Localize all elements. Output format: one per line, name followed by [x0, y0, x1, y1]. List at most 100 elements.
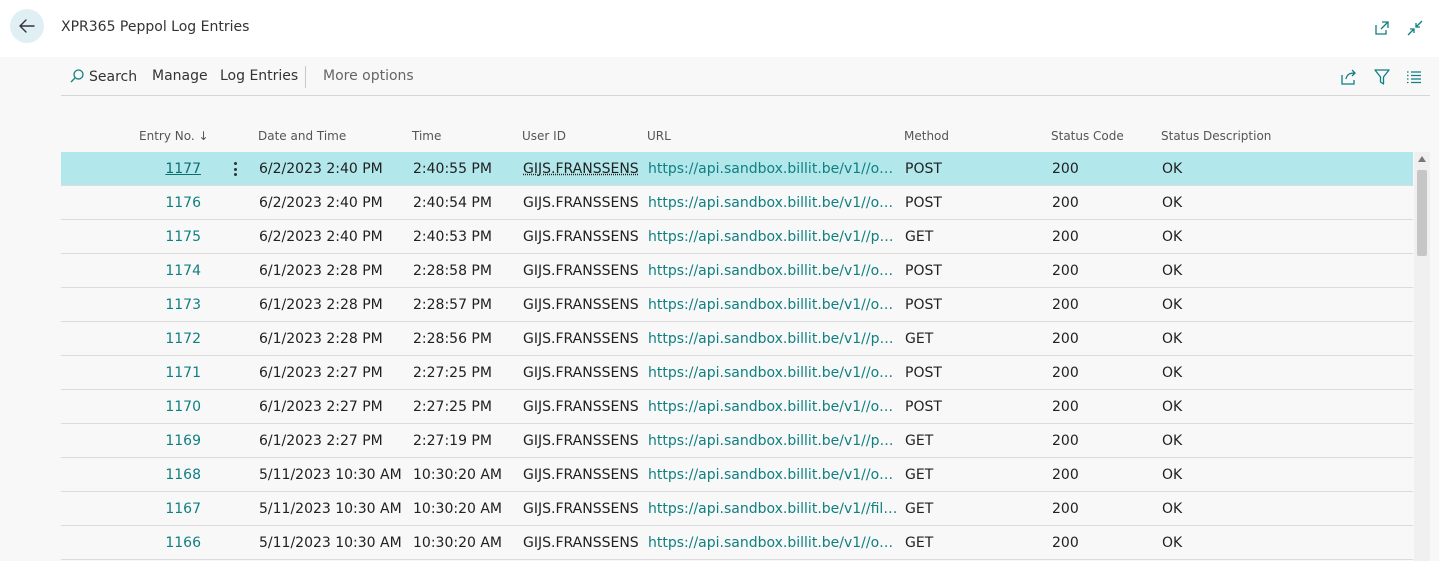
column-header-status-code[interactable]: Status Code: [1051, 129, 1124, 143]
status-code-cell: 200: [1052, 399, 1079, 415]
table-row[interactable]: 1166 5/11/2023 10:30 AM 10:30:20 AM GIJS.FR…: [61, 526, 1413, 560]
entry-no-link[interactable]: 1174: [121, 263, 201, 279]
sort-descending-icon: ↓: [198, 129, 209, 143]
entry-no-link[interactable]: 1177: [121, 161, 201, 177]
url-link[interactable]: https://api.sandbox.billit.be/v1//peppo…: [648, 331, 898, 347]
log-entries-menu[interactable]: Log Entries: [220, 68, 298, 84]
collapse-icon: [1407, 20, 1423, 36]
log-entries-grid: 1177 6/2/2023 2:40 PM 2:40:55 PM GIJS.FRANS…: [61, 152, 1413, 561]
status-code-cell: 200: [1052, 467, 1079, 483]
url-link[interactable]: https://api.sandbox.billit.be/v1//orders…: [648, 365, 898, 381]
method-cell: POST: [905, 399, 942, 415]
entry-no-link[interactable]: 1168: [121, 467, 201, 483]
open-in-new-icon: [1375, 21, 1389, 35]
method-cell: GET: [905, 229, 934, 245]
column-header-entry-no[interactable]: Entry No. ↓: [139, 129, 209, 143]
column-header-status-description[interactable]: Status Description: [1161, 129, 1271, 143]
url-link[interactable]: https://api.sandbox.billit.be/v1//orders: [648, 399, 898, 415]
share-button[interactable]: [1340, 68, 1358, 86]
entry-no-link[interactable]: 1175: [121, 229, 201, 245]
filter-button[interactable]: [1373, 68, 1391, 86]
filter-icon: [1374, 69, 1390, 85]
status-code-cell: 200: [1052, 535, 1079, 551]
manage-menu[interactable]: Manage: [152, 68, 208, 84]
url-link[interactable]: https://api.sandbox.billit.be/v1//files/…: [648, 501, 898, 517]
column-header-date-time[interactable]: Date and Time: [258, 129, 346, 143]
user-id-cell: GIJS.FRANSSENS: [523, 195, 639, 211]
search-button[interactable]: Search: [69, 68, 137, 85]
column-header-method[interactable]: Method: [904, 129, 949, 143]
table-row[interactable]: 1172 6/1/2023 2:28 PM 2:28:56 PM GIJS.FRANS…: [61, 322, 1413, 356]
table-row[interactable]: 1169 6/1/2023 2:27 PM 2:27:19 PM GIJS.FRANS…: [61, 424, 1413, 458]
status-description-cell: OK: [1162, 263, 1183, 279]
open-in-new-window-button[interactable]: [1372, 18, 1392, 38]
method-cell: GET: [905, 331, 934, 347]
vertical-scrollbar[interactable]: [1414, 152, 1430, 561]
status-code-cell: 200: [1052, 501, 1079, 517]
table-row[interactable]: 1175 6/2/2023 2:40 PM 2:40:53 PM GIJS.FRANS…: [61, 220, 1413, 254]
column-header-time[interactable]: Time: [412, 129, 441, 143]
arrow-left-icon: [19, 19, 35, 33]
user-id-cell: GIJS.FRANSSENS: [523, 467, 639, 483]
table-row[interactable]: 1167 5/11/2023 10:30 AM 10:30:20 AM GIJS.FR…: [61, 492, 1413, 526]
url-link[interactable]: https://api.sandbox.billit.be/v1//orders…: [648, 161, 898, 177]
date-time-cell: 6/1/2023 2:27 PM: [259, 365, 383, 381]
collapse-button[interactable]: [1405, 18, 1425, 38]
entry-no-link[interactable]: 1166: [121, 535, 201, 551]
time-cell: 2:27:25 PM: [413, 365, 492, 381]
scroll-up-icon[interactable]: [1418, 156, 1426, 162]
status-description-cell: OK: [1162, 535, 1183, 551]
table-row[interactable]: 1174 6/1/2023 2:28 PM 2:28:58 PM GIJS.FRANS…: [61, 254, 1413, 288]
date-time-cell: 6/2/2023 2:40 PM: [259, 229, 383, 245]
entry-no-link[interactable]: 1169: [121, 433, 201, 449]
date-time-cell: 6/1/2023 2:27 PM: [259, 399, 383, 415]
status-code-cell: 200: [1052, 195, 1079, 211]
user-id-cell: GIJS.FRANSSENS: [523, 365, 639, 381]
scroll-thumb[interactable]: [1417, 170, 1427, 256]
url-link[interactable]: https://api.sandbox.billit.be/v1//peppo…: [648, 229, 898, 245]
url-link[interactable]: https://api.sandbox.billit.be/v1//orders: [648, 195, 898, 211]
dot: [233, 167, 237, 171]
url-link[interactable]: https://api.sandbox.billit.be/v1//orders…: [648, 535, 898, 551]
user-id-cell: GIJS.FRANSSENS: [523, 161, 639, 177]
table-row-selected[interactable]: 1177 6/2/2023 2:40 PM 2:40:55 PM GIJS.FRANS…: [61, 152, 1413, 186]
entry-no-link[interactable]: 1171: [121, 365, 201, 381]
time-cell: 2:28:58 PM: [413, 263, 492, 279]
status-code-cell: 200: [1052, 229, 1079, 245]
url-link[interactable]: https://api.sandbox.billit.be/v1//orders…: [648, 263, 898, 279]
status-description-cell: OK: [1162, 433, 1183, 449]
entry-no-link[interactable]: 1170: [121, 399, 201, 415]
date-time-cell: 6/2/2023 2:40 PM: [259, 161, 383, 177]
more-options-button[interactable]: More options: [323, 68, 414, 84]
column-header-user-id[interactable]: User ID: [522, 129, 566, 143]
column-header-url[interactable]: URL: [647, 129, 671, 143]
row-actions-icon[interactable]: [229, 160, 241, 178]
entry-no-link[interactable]: 1176: [121, 195, 201, 211]
date-time-cell: 6/1/2023 2:28 PM: [259, 297, 383, 313]
table-row[interactable]: 1170 6/1/2023 2:27 PM 2:27:25 PM GIJS.FRANS…: [61, 390, 1413, 424]
user-id-cell: GIJS.FRANSSENS: [523, 331, 639, 347]
back-button[interactable]: [10, 9, 44, 43]
table-row[interactable]: 1168 5/11/2023 10:30 AM 10:30:20 AM GIJS.FR…: [61, 458, 1413, 492]
dot: [233, 162, 237, 165]
table-row[interactable]: 1176 6/2/2023 2:40 PM 2:40:54 PM GIJS.FRANS…: [61, 186, 1413, 220]
list-view-button[interactable]: [1405, 68, 1423, 86]
url-link[interactable]: https://api.sandbox.billit.be/v1//orders: [648, 297, 898, 313]
status-code-cell: 200: [1052, 365, 1079, 381]
url-link[interactable]: https://api.sandbox.billit.be/v1//peppo…: [648, 433, 898, 449]
url-link[interactable]: https://api.sandbox.billit.be/v1//orders…: [648, 467, 898, 483]
date-time-cell: 5/11/2023 10:30 AM: [259, 535, 402, 551]
time-cell: 2:40:55 PM: [413, 161, 492, 177]
table-row[interactable]: 1171 6/1/2023 2:27 PM 2:27:25 PM GIJS.FRANS…: [61, 356, 1413, 390]
entry-no-link[interactable]: 1173: [121, 297, 201, 313]
entry-no-link[interactable]: 1172: [121, 331, 201, 347]
method-cell: GET: [905, 535, 934, 551]
user-id-cell: GIJS.FRANSSENS: [523, 501, 639, 517]
status-code-cell: 200: [1052, 263, 1079, 279]
status-description-cell: OK: [1162, 365, 1183, 381]
table-row[interactable]: 1173 6/1/2023 2:28 PM 2:28:57 PM GIJS.FRANS…: [61, 288, 1413, 322]
time-cell: 10:30:20 AM: [413, 535, 502, 551]
search-label: Search: [89, 69, 138, 85]
entry-no-link[interactable]: 1167: [121, 501, 201, 517]
method-cell: POST: [905, 161, 942, 177]
